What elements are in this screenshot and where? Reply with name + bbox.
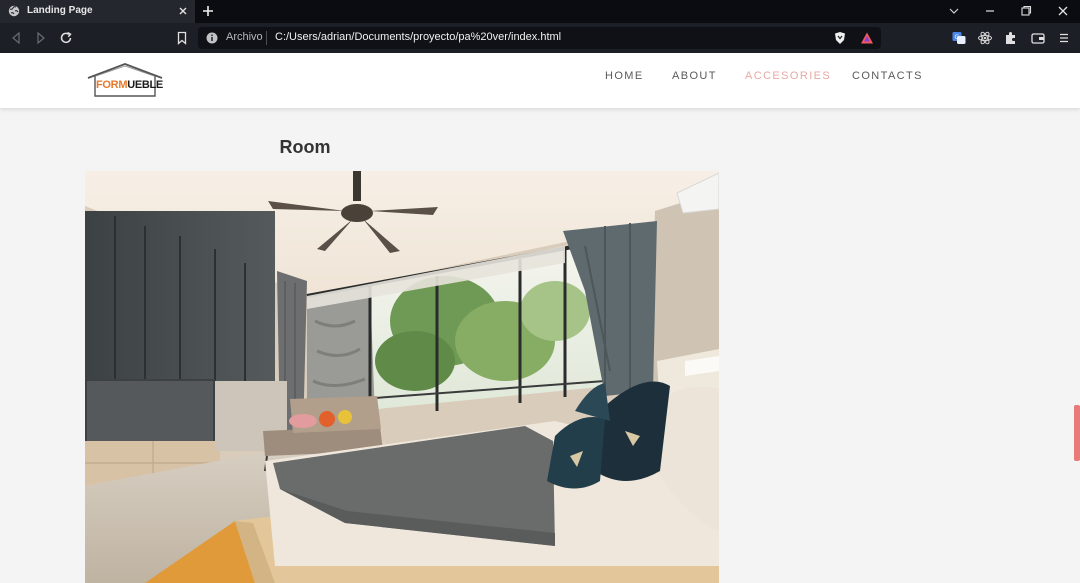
nav-contacts[interactable]: CONTACTS: [852, 70, 923, 82]
minimize-icon[interactable]: [981, 3, 999, 19]
nav-home[interactable]: HOME: [605, 70, 644, 82]
menu-icon[interactable]: [1056, 30, 1072, 46]
tab-search-icon[interactable]: [945, 3, 963, 19]
bookmark-icon[interactable]: [174, 30, 190, 46]
close-tab-icon[interactable]: [176, 4, 190, 18]
forward-icon[interactable]: [33, 30, 49, 46]
translate-icon[interactable]: G: [951, 30, 967, 46]
browser-tab[interactable]: Landing Page: [0, 0, 195, 23]
back-icon[interactable]: [8, 30, 24, 46]
nav-accesories[interactable]: ACCESORIES: [745, 70, 831, 82]
extensions-icon[interactable]: [1003, 30, 1019, 46]
info-icon[interactable]: [206, 32, 218, 44]
address-url[interactable]: C:/Users/adrian/Documents/proyecto/pa%20…: [275, 31, 561, 43]
address-separator: [266, 31, 267, 45]
address-prefix: Archivo: [226, 31, 263, 43]
logo-part-form: FORM: [96, 79, 128, 91]
globe-icon: [8, 5, 20, 17]
brave-shield-icon[interactable]: [832, 30, 848, 46]
react-devtools-icon[interactable]: [977, 30, 993, 46]
logo-wordmark: FORMUEBLE: [96, 79, 163, 91]
restore-icon[interactable]: [1017, 3, 1035, 19]
scroll-indicator[interactable]: [1074, 405, 1080, 461]
logo-part-ueble: UEBLE: [127, 79, 163, 91]
nav-about[interactable]: ABOUT: [672, 70, 717, 82]
reload-icon[interactable]: [58, 30, 74, 46]
section-title: Room: [279, 137, 331, 157]
site-logo[interactable]: FORMUEBLE: [86, 63, 164, 99]
web-page: FORMUEBLE HOME ABOUT ACCESORIES CONTACTS…: [0, 53, 1080, 583]
close-window-icon[interactable]: [1054, 3, 1072, 19]
wallet-icon[interactable]: [1030, 30, 1046, 46]
address-bar[interactable]: Archivo C:/Users/adrian/Documents/proyec…: [198, 27, 881, 49]
tab-title: Landing Page: [27, 5, 93, 16]
bedroom-photo: [85, 171, 719, 583]
brave-rewards-icon[interactable]: [859, 30, 875, 46]
svg-text:G: G: [955, 34, 960, 41]
site-header: FORMUEBLE HOME ABOUT ACCESORIES CONTACTS: [0, 53, 1080, 108]
new-tab-icon[interactable]: [200, 3, 216, 19]
browser-toolbar: Archivo C:/Users/adrian/Documents/proyec…: [0, 23, 1080, 53]
browser-tab-bar: Landing Page: [0, 0, 1080, 23]
